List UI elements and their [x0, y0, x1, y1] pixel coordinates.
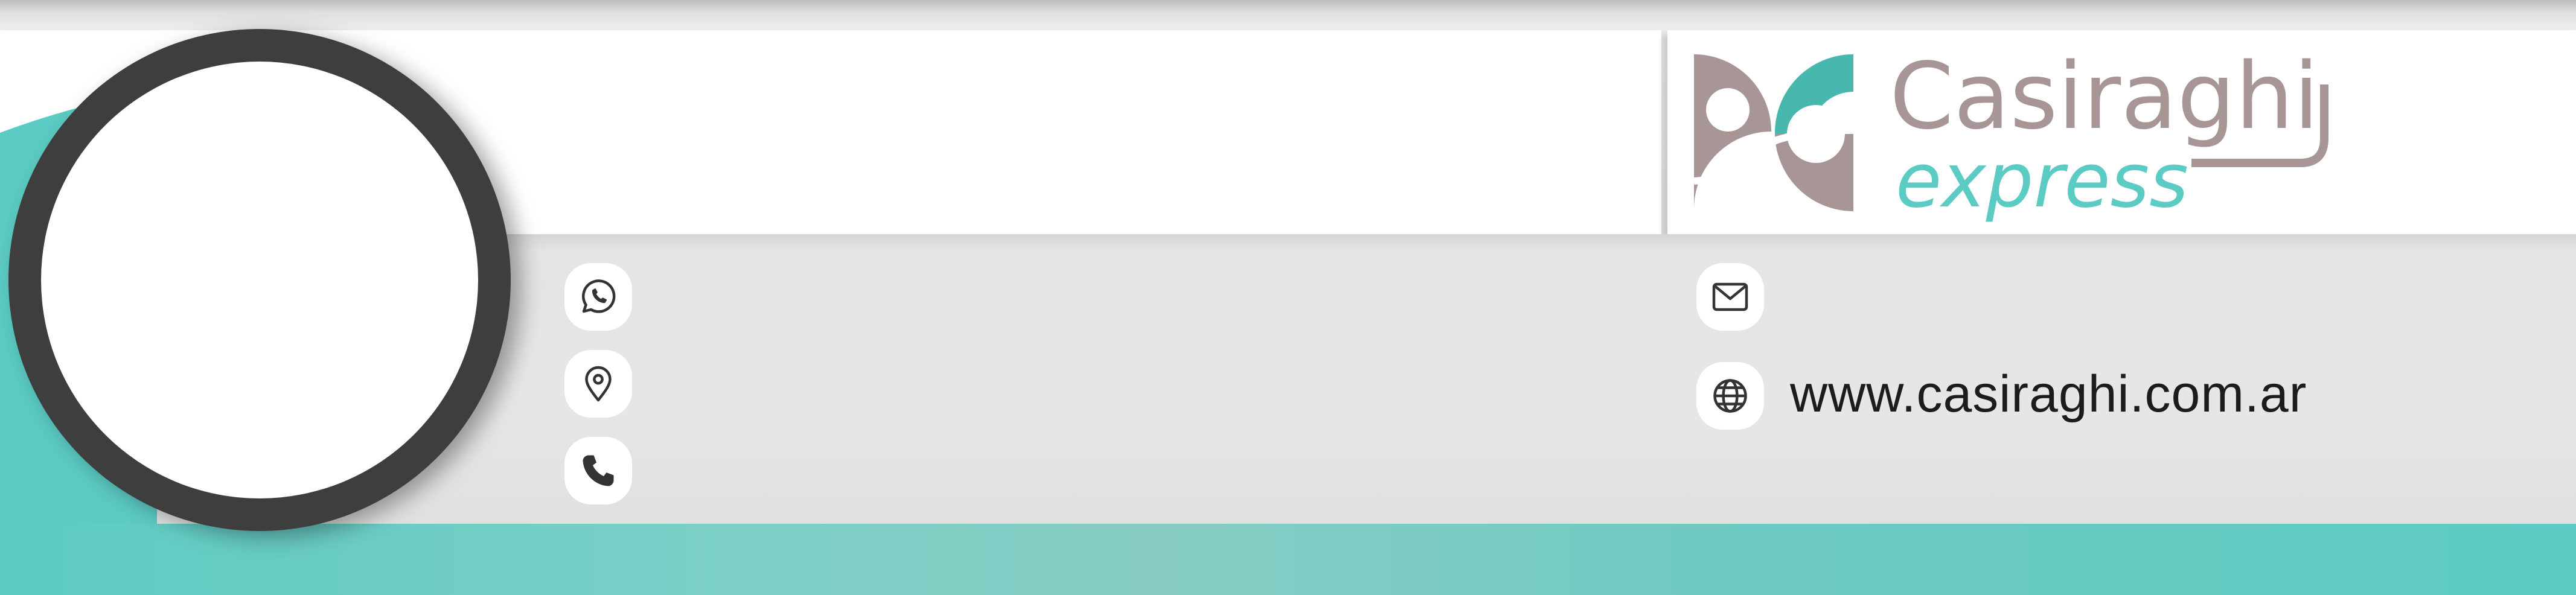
avatar-photo-placeholder[interactable] [41, 62, 478, 498]
logo-name-text: Casiraghi [1890, 48, 2319, 150]
globe-icon [1713, 379, 1747, 413]
email-signature-card: Casiraghi express www.casiraghi.com.ar [0, 0, 2576, 595]
brand-logo: Casiraghi express [1693, 48, 2328, 224]
website-link[interactable]: www.casiraghi.com.ar [1790, 364, 2307, 424]
whatsapp-icon [581, 279, 616, 313]
logo-mark-icon [1693, 54, 1855, 211]
phone-badge[interactable] [564, 437, 632, 504]
location-badge[interactable] [564, 350, 632, 418]
phone-icon [583, 455, 614, 486]
whatsapp-badge[interactable] [564, 263, 632, 331]
email-badge[interactable] [1696, 263, 1764, 331]
logo-sub-text: express [1896, 138, 2188, 224]
website-badge[interactable] [1696, 362, 1764, 430]
mail-icon [1712, 282, 1748, 311]
avatar-ring [8, 29, 511, 531]
location-pin-icon [585, 366, 612, 402]
